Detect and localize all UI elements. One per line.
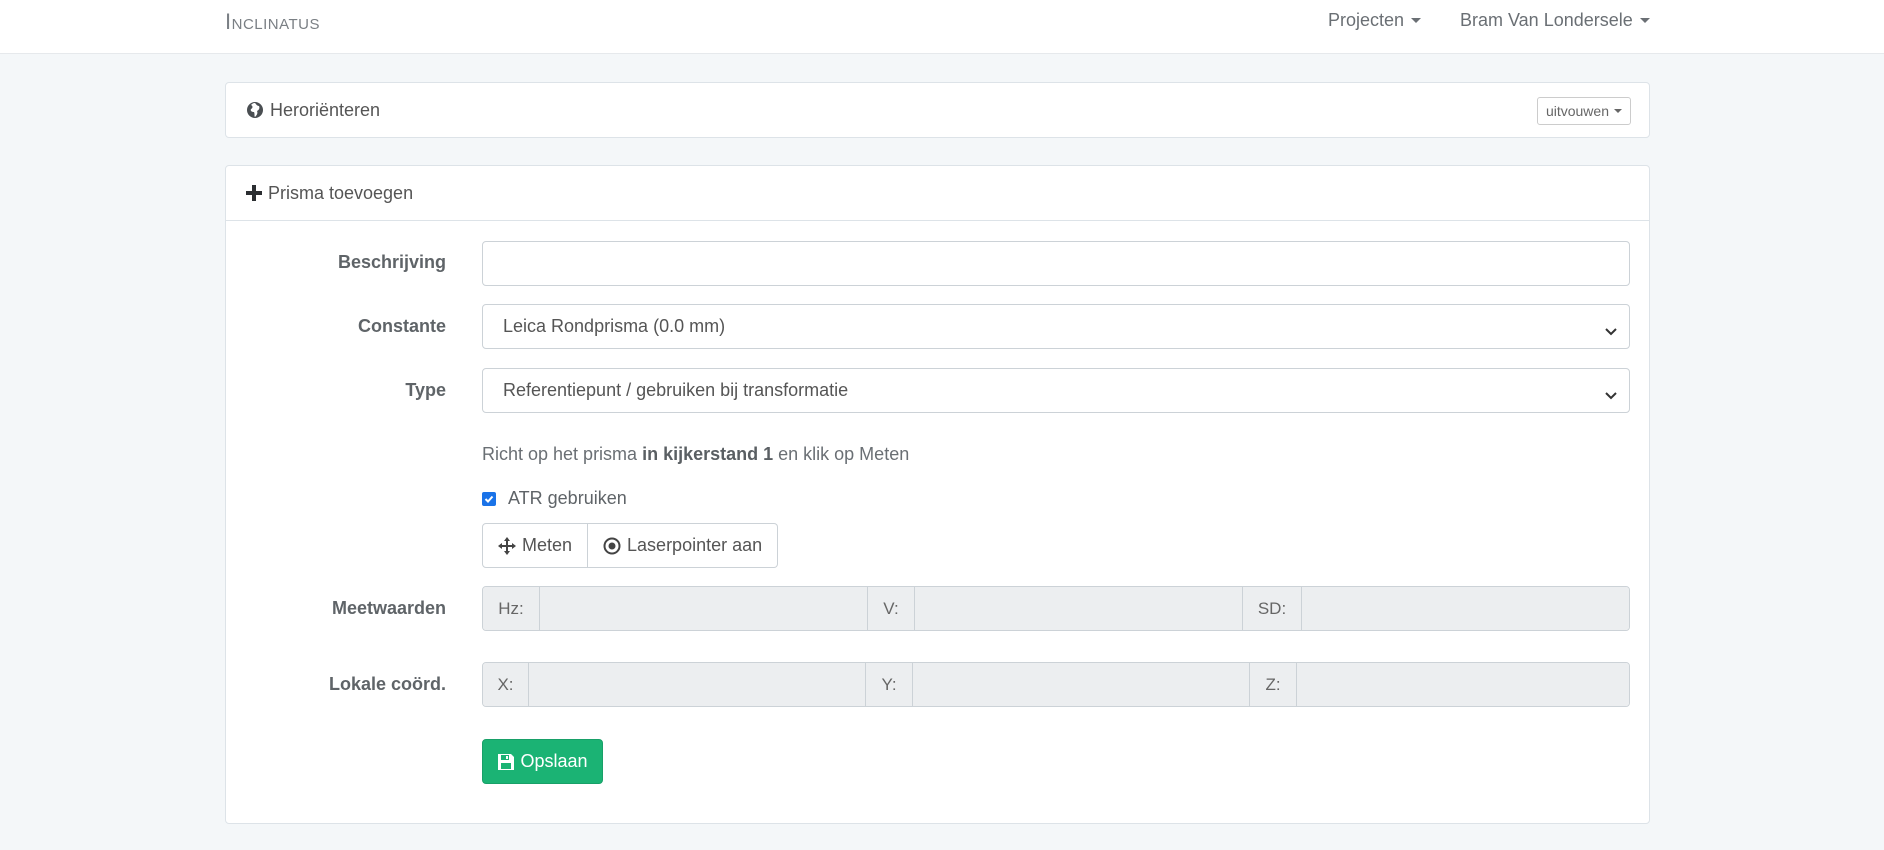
chevron-down-icon <box>1605 321 1617 342</box>
type-select[interactable]: Referentiepunt / gebruiken bij transform… <box>482 368 1630 413</box>
instruction-text: Richt op het prisma in kijkerstand 1 en … <box>482 444 909 465</box>
measure-button-group: Meten Laserpointer aan <box>482 523 779 568</box>
projects-menu[interactable]: Projecten <box>1328 10 1422 31</box>
measurements-label: Meetwaarden <box>331 598 446 618</box>
user-menu[interactable]: Bram Van Londersele <box>1460 10 1650 31</box>
instruction-prefix: Richt op het prisma <box>482 444 643 464</box>
add-prism-panel: Prisma toevoegen Beschrijving Constante … <box>225 165 1650 824</box>
plus-icon <box>246 185 262 201</box>
type-selected: Referentiepunt / gebruiken bij transform… <box>503 380 849 400</box>
z-input[interactable] <box>1297 663 1629 706</box>
constant-select[interactable]: Leica Rondprisma (0.0 mm) <box>482 304 1630 349</box>
y-input[interactable] <box>913 663 1250 706</box>
reorient-panel: Heroriënteren uitvouwen <box>225 82 1650 138</box>
local-coords-group: X: Y: Z: <box>482 662 1630 707</box>
expand-button-label: uitvouwen <box>1545 103 1609 119</box>
user-menu-label: Bram Van Londersele <box>1460 10 1633 30</box>
save-button[interactable]: Opslaan <box>482 739 603 784</box>
v-input[interactable] <box>915 587 1243 630</box>
top-navbar: Inclinatus Projecten Bram Van Londersele <box>0 0 1884 54</box>
constant-label: Constante <box>357 316 446 336</box>
measurements-group: Hz: V: SD: <box>482 586 1630 631</box>
expand-button[interactable]: uitvouwen <box>1536 97 1631 125</box>
brand-logo[interactable]: Inclinatus <box>225 9 320 35</box>
measure-button-label: Meten <box>522 535 573 555</box>
measure-button[interactable]: Meten <box>482 523 589 568</box>
sd-addon: SD: <box>1243 587 1302 630</box>
instruction-emphasis: in kijkerstand 1 <box>642 444 774 464</box>
atr-checkbox[interactable] <box>482 491 496 506</box>
caret-down-icon <box>1411 18 1422 23</box>
v-addon: V: <box>868 587 915 630</box>
description-input[interactable] <box>482 241 1630 286</box>
laserpointer-button-label: Laserpointer aan <box>627 535 763 555</box>
caret-down-icon <box>1639 18 1650 23</box>
y-addon: Y: <box>866 663 913 706</box>
instruction-suffix: en klik op Meten <box>773 444 910 464</box>
save-button-label: Opslaan <box>520 751 588 771</box>
chevron-down-icon <box>1605 385 1617 406</box>
reorient-panel-heading: Heroriënteren <box>226 83 1649 137</box>
target-icon <box>603 537 621 555</box>
local-coords-label: Lokale coörd. <box>328 674 446 694</box>
hz-input[interactable] <box>540 587 868 630</box>
add-prism-title: Prisma toevoegen <box>268 182 414 203</box>
x-input[interactable] <box>529 663 866 706</box>
z-addon: Z: <box>1250 663 1297 706</box>
description-label: Beschrijving <box>337 252 446 272</box>
laserpointer-button[interactable]: Laserpointer aan <box>588 523 779 568</box>
reorient-title: Heroriënteren <box>270 99 381 120</box>
hz-addon: Hz: <box>483 587 540 630</box>
add-prism-panel-heading: Prisma toevoegen <box>226 166 1649 220</box>
type-label: Type <box>405 380 446 400</box>
atr-label: ATR gebruiken <box>508 488 627 508</box>
floppy-disk-icon <box>497 753 515 771</box>
projects-menu-label: Projecten <box>1328 10 1405 30</box>
x-addon: X: <box>483 663 529 706</box>
caret-down-icon <box>1614 109 1622 113</box>
globe-icon <box>246 101 264 119</box>
panel-divider <box>226 220 1649 221</box>
sd-input[interactable] <box>1302 587 1629 630</box>
atr-checkbox-row[interactable]: ATR gebruiken <box>482 488 627 509</box>
move-arrows-icon <box>498 536 516 555</box>
constant-selected: Leica Rondprisma (0.0 mm) <box>503 316 726 336</box>
